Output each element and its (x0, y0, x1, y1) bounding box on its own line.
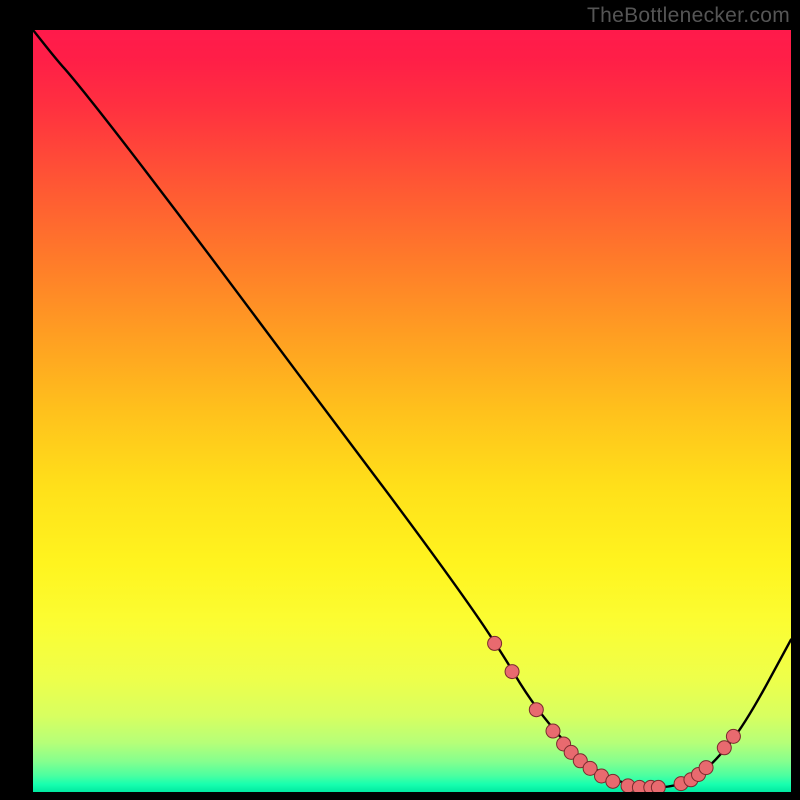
highlight-point (529, 703, 543, 717)
highlight-point (505, 665, 519, 679)
highlight-point (488, 636, 502, 650)
highlight-point (606, 774, 620, 788)
attribution-link[interactable]: TheBottlenecker.com (587, 4, 790, 27)
highlight-point (546, 724, 560, 738)
chart-background (33, 30, 791, 792)
highlight-point (726, 729, 740, 743)
highlight-point (651, 780, 665, 792)
chart-stage: TheBottlenecker.com (0, 0, 800, 800)
chart-svg (33, 30, 791, 792)
plot-area (33, 30, 791, 792)
highlight-point (699, 761, 713, 775)
highlight-point (717, 741, 731, 755)
attribution: TheBottlenecker.com (587, 4, 790, 28)
